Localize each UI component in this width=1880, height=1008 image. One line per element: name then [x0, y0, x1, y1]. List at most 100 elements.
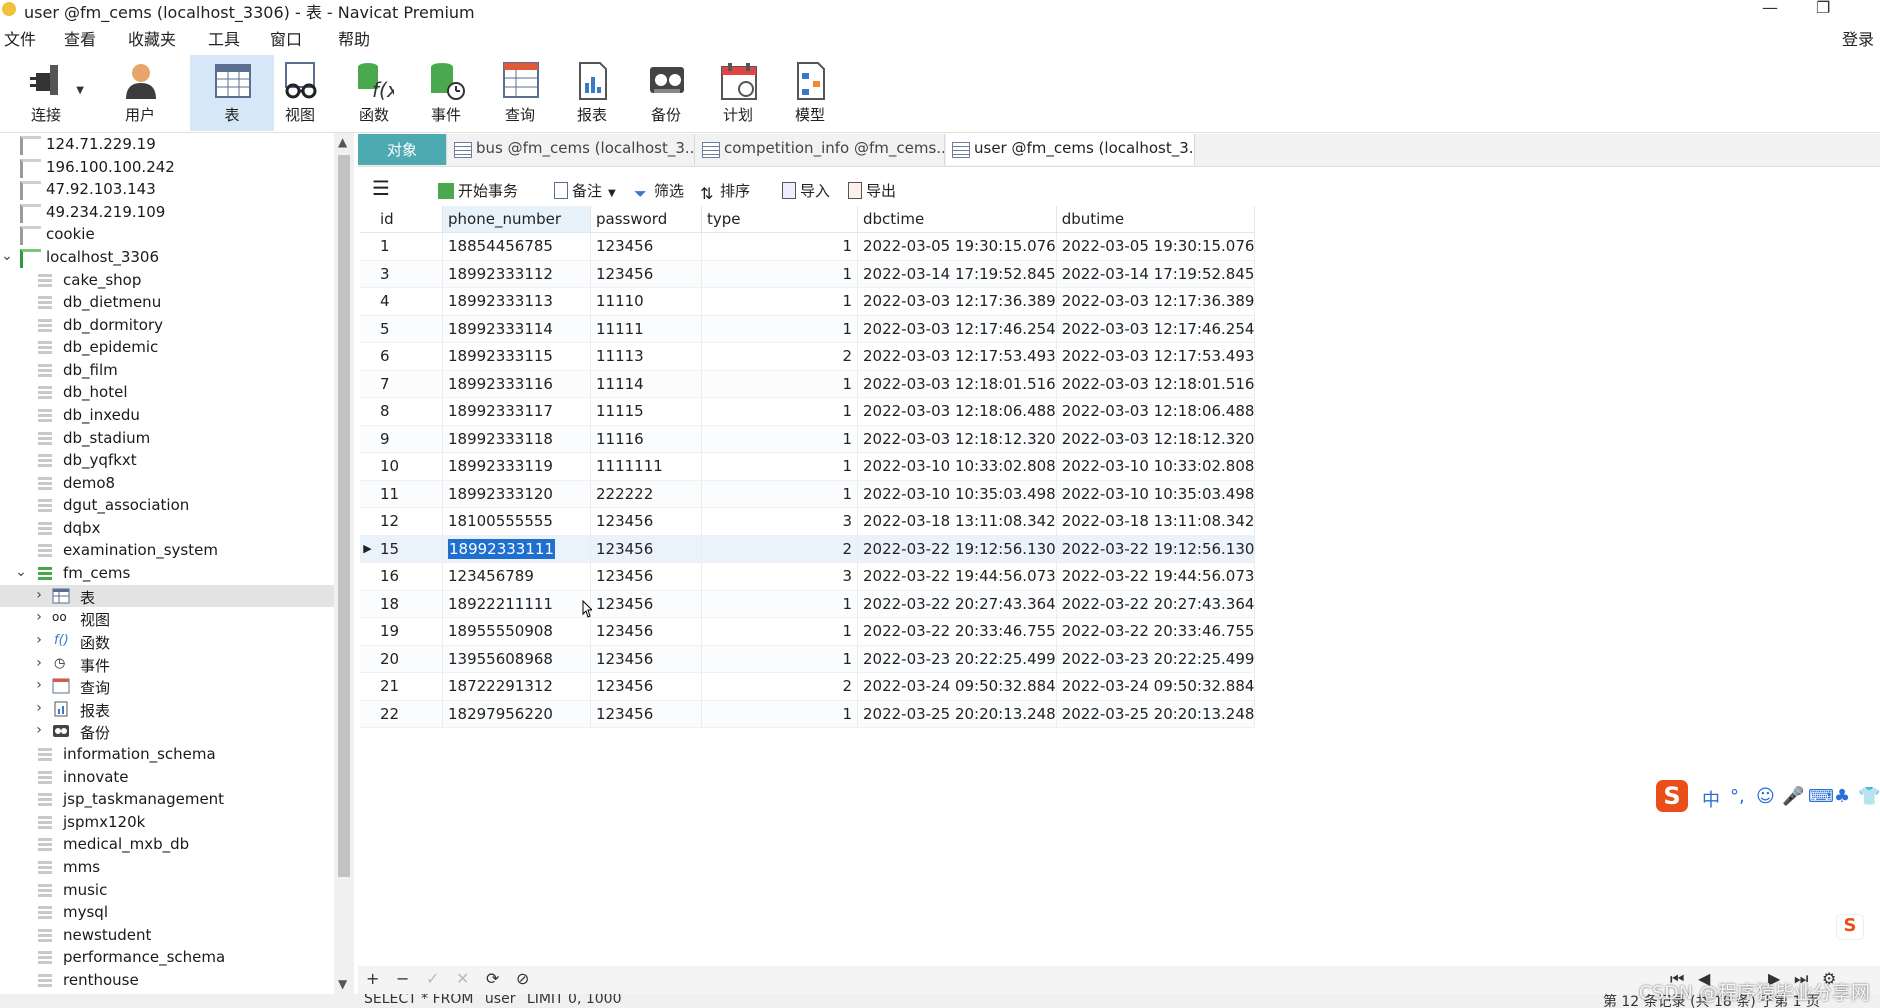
- cell-password[interactable]: 123456: [590, 260, 702, 288]
- report-button[interactable]: 报表: [550, 55, 634, 131]
- tab-competition-info[interactable]: competition_info @fm_cems...: [696, 134, 945, 165]
- cell-dbutime[interactable]: 2022-03-10 10:35:03.498: [1056, 480, 1256, 508]
- cell-id[interactable]: 18: [375, 590, 443, 618]
- chevron-right-icon[interactable]: ›: [32, 722, 46, 738]
- tree-item-db[interactable]: db_yqfkxt: [0, 449, 334, 471]
- cell-id[interactable]: 16: [375, 562, 443, 591]
- user-button[interactable]: 用户: [98, 55, 182, 131]
- cell-id[interactable]: 10: [375, 452, 443, 481]
- cell-id[interactable]: 1: [375, 232, 443, 261]
- row-marker[interactable]: [360, 507, 375, 536]
- tree-item-db[interactable]: cake_shop: [0, 269, 334, 291]
- refresh-button[interactable]: ⟳: [486, 969, 499, 988]
- cell-password[interactable]: 123456: [590, 232, 702, 261]
- cell-phone-number[interactable]: 18100555555: [442, 507, 591, 536]
- cell-id[interactable]: 22: [375, 700, 443, 728]
- cell-dbctime[interactable]: 2022-03-03 12:17:46.254: [857, 315, 1057, 343]
- cell-password[interactable]: 123456: [590, 590, 702, 618]
- cell-phone-number[interactable]: 18955550908: [442, 617, 591, 646]
- tree-item-reports[interactable]: › 报表: [0, 698, 334, 720]
- tree-item-db[interactable]: db_dormitory: [0, 314, 334, 336]
- row-marker[interactable]: [360, 370, 375, 398]
- cell-id[interactable]: 20: [375, 645, 443, 673]
- cell-phone-number[interactable]: 13955608968: [442, 645, 591, 673]
- cell-password[interactable]: 11113: [590, 342, 702, 371]
- cell-dbctime[interactable]: 2022-03-03 12:18:01.516: [857, 370, 1057, 398]
- tree-item-db[interactable]: innovate: [0, 766, 334, 788]
- column-header-id[interactable]: id: [375, 206, 443, 233]
- view-button[interactable]: 视图: [258, 55, 342, 131]
- cell-type[interactable]: 3: [701, 562, 858, 591]
- hamburger-icon[interactable]: ☰: [372, 176, 390, 200]
- tree-item-events[interactable]: › ◷ 事件: [0, 653, 334, 675]
- cell-dbutime[interactable]: 2022-03-22 20:33:46.755: [1056, 617, 1256, 646]
- delete-record-button[interactable]: −: [396, 969, 409, 988]
- tab-user[interactable]: user @fm_cems (localhost_3...: [946, 134, 1195, 165]
- cell-dbctime[interactable]: 2022-03-05 19:30:15.076: [857, 232, 1057, 261]
- table-row[interactable]: 5 18992333114 11111 1 2022-03-03 12:17:46.25…: [360, 315, 1256, 343]
- import-button[interactable]: 导入: [782, 180, 830, 201]
- row-marker[interactable]: [360, 562, 375, 591]
- connect-button[interactable]: ▼ 连接: [4, 55, 88, 131]
- row-marker[interactable]: [360, 397, 375, 426]
- cell-phone-number[interactable]: 18992333116: [442, 370, 591, 398]
- row-marker[interactable]: [360, 342, 375, 371]
- tree-item-db[interactable]: db_film: [0, 359, 334, 381]
- filter-button[interactable]: ⏷ 筛选: [634, 180, 684, 203]
- tree-item-conn-47[interactable]: 47.92.103.143: [0, 178, 334, 200]
- cell-phone-number[interactable]: 18992333118: [442, 425, 591, 453]
- tree-item-db[interactable]: db_epidemic: [0, 336, 334, 358]
- cell-dbutime[interactable]: 2022-03-03 12:17:53.493: [1056, 342, 1256, 371]
- export-button[interactable]: 导出: [848, 180, 896, 201]
- ime-emoji-icon[interactable]: ☺: [1756, 786, 1775, 807]
- cell-password[interactable]: 1111111: [590, 452, 702, 481]
- apply-changes-button[interactable]: ✓: [426, 969, 439, 988]
- tree-item-db[interactable]: examination_system: [0, 539, 334, 561]
- tree-item-db[interactable]: db_dietmenu: [0, 291, 334, 313]
- tree-item-db[interactable]: music: [0, 879, 334, 901]
- tree-item-conn-49[interactable]: 49.234.219.109: [0, 201, 334, 223]
- cell-phone-number[interactable]: 18992333114: [442, 315, 591, 343]
- cell-id[interactable]: 5: [375, 315, 443, 343]
- cell-dbutime[interactable]: 2022-03-10 10:33:02.808: [1056, 452, 1256, 481]
- cell-dbctime[interactable]: 2022-03-22 19:44:56.073: [857, 562, 1057, 591]
- tree-item-db[interactable]: mms: [0, 856, 334, 878]
- cell-id[interactable]: 7: [375, 370, 443, 398]
- chevron-right-icon[interactable]: ›: [32, 632, 46, 648]
- scroll-up-icon[interactable]: ▲: [338, 135, 347, 149]
- table-row[interactable]: 19 18955550908 123456 1 2022-03-22 20:33:46.…: [360, 617, 1256, 646]
- chevron-down-icon[interactable]: ▼: [608, 188, 616, 199]
- menu-tools[interactable]: 工具: [208, 26, 240, 50]
- cell-dbutime[interactable]: 2022-03-25 20:20:13.248: [1056, 700, 1256, 728]
- menu-file[interactable]: 文件: [4, 26, 36, 50]
- cell-dbctime[interactable]: 2022-03-22 19:12:56.130: [857, 535, 1057, 563]
- cell-dbctime[interactable]: 2022-03-03 12:17:36.389: [857, 287, 1057, 316]
- cell-phone-number[interactable]: 18992333119: [442, 452, 591, 481]
- stop-button[interactable]: ⊘: [516, 969, 529, 988]
- tree-item-conn-localhost[interactable]: ⌄ localhost_3306: [0, 246, 334, 268]
- chevron-right-icon[interactable]: ›: [32, 609, 46, 625]
- tree-item-db[interactable]: renthouse: [0, 969, 334, 991]
- selected-cell-text[interactable]: 18992333111: [448, 538, 555, 559]
- chevron-down-icon[interactable]: ⌄: [14, 564, 28, 580]
- table-row[interactable]: 10 18992333119 1111111 1 2022-03-10 10:33:02…: [360, 452, 1256, 481]
- tree-item-db[interactable]: newstudent: [0, 924, 334, 946]
- tree-item-conn-124[interactable]: 124.71.229.19: [0, 133, 334, 155]
- cell-id[interactable]: 21: [375, 672, 443, 701]
- tree-item-backups[interactable]: › 备份: [0, 720, 334, 742]
- cell-password[interactable]: 11111: [590, 315, 702, 343]
- cell-dbctime[interactable]: 2022-03-22 20:27:43.364: [857, 590, 1057, 618]
- cell-dbutime[interactable]: 2022-03-18 13:11:08.342: [1056, 507, 1256, 536]
- cell-dbctime[interactable]: 2022-03-10 10:33:02.808: [857, 452, 1057, 481]
- table-row[interactable]: 16 123456789 123456 3 2022-03-22 19:44:56.07…: [360, 562, 1256, 591]
- begin-transaction-button[interactable]: 开始事务: [438, 180, 518, 201]
- row-marker[interactable]: [360, 672, 375, 701]
- cell-phone-number[interactable]: 18992333111: [442, 535, 591, 563]
- tree-item-db[interactable]: dqbx: [0, 517, 334, 539]
- tab-objects[interactable]: 对象: [358, 134, 447, 165]
- column-header-phone-number[interactable]: phone_number: [442, 206, 591, 233]
- chevron-right-icon[interactable]: ›: [32, 655, 46, 671]
- cell-dbutime[interactable]: 2022-03-22 19:12:56.130: [1056, 535, 1256, 563]
- table-row[interactable]: 8 18992333117 11115 1 2022-03-03 12:18:06.48…: [360, 397, 1256, 426]
- cell-dbutime[interactable]: 2022-03-03 12:18:01.516: [1056, 370, 1256, 398]
